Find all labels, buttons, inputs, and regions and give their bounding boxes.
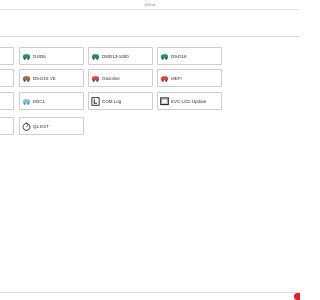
tile-label: QL EST (33, 124, 49, 129)
tile-ql-est[interactable]: QL EST (19, 117, 84, 135)
tile-edc1[interactable]: EDC1 (19, 92, 84, 110)
red-truck-icon (160, 76, 169, 82)
tile-label: MEFI (171, 76, 182, 81)
application-tile-grid: D4/D6 D8/D13-1000 D9-D16 D5-D16 VE Gasol… (0, 47, 300, 142)
tile-partial-3[interactable] (0, 92, 14, 110)
tile-label: Gasoline (102, 76, 120, 81)
green-truck-icon (160, 54, 169, 60)
tile-label: COM Log (102, 99, 122, 104)
tile-label: D5-D16 VE (33, 76, 56, 81)
brown-truck-icon (22, 76, 31, 82)
tile-partial-4[interactable] (0, 117, 14, 135)
tile-label: D4/D6 (33, 54, 46, 59)
tile-label: EDC1 (33, 99, 46, 104)
tile-d4-d6[interactable]: D4/D6 (19, 47, 84, 65)
close-tab-button[interactable] (294, 293, 300, 300)
tile-partial-2[interactable] (0, 69, 14, 87)
gauge-icon (22, 122, 31, 131)
document-l-icon (91, 97, 100, 106)
monitor-icon (160, 97, 169, 106)
tile-com-log[interactable]: COM Log (88, 92, 153, 110)
green-truck-icon (22, 54, 31, 60)
red-truck-icon (91, 76, 100, 82)
tile-partial-1[interactable] (0, 47, 14, 65)
tile-label: D9-D16 (171, 54, 187, 59)
title-bar: VIDIA (0, 0, 300, 9)
tile-d8-d13-1000[interactable]: D8/D13-1000 (88, 47, 153, 65)
tile-label: D8/D13-1000 (102, 54, 129, 59)
green-truck-icon (91, 54, 100, 60)
tile-d9-d16[interactable]: D9-D16 (157, 47, 222, 65)
tile-gasoline[interactable]: Gasoline (88, 69, 153, 87)
tile-d5-d16-ve[interactable]: D5-D16 VE (19, 69, 84, 87)
blue-truck-icon (22, 99, 31, 105)
tile-evc-lcd-update[interactable]: EVC LCD Update (157, 92, 222, 110)
toolbar (0, 9, 300, 37)
status-bar (0, 292, 300, 300)
window-title: VIDIA (144, 2, 156, 7)
tile-mefi[interactable]: MEFI (157, 69, 222, 87)
tile-label: EVC LCD Update (171, 99, 207, 104)
